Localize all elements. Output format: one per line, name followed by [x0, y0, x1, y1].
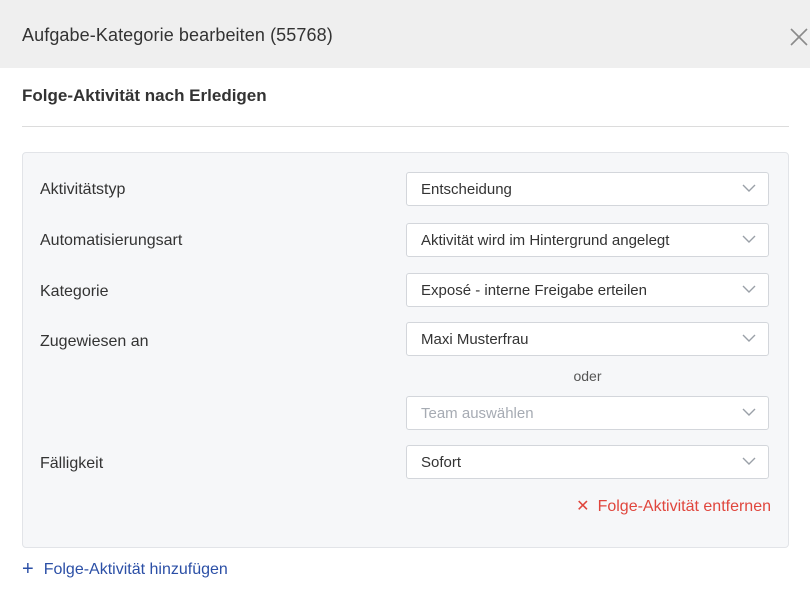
category-select[interactable]: Exposé - interne Freigabe erteilen [406, 273, 769, 307]
category-value: Exposé - interne Freigabe erteilen [421, 282, 647, 299]
team-select[interactable]: Team auswählen [406, 396, 769, 430]
activity-type-label: Aktivitätstyp [40, 181, 126, 198]
remove-follow-up-button[interactable]: ✕ Folge-Aktivität entfernen [576, 496, 771, 516]
category-label: Kategorie [40, 283, 109, 300]
automation-type-select[interactable]: Aktivität wird im Hintergrund angelegt [406, 223, 769, 257]
divider [22, 126, 789, 127]
automation-type-label: Automatisierungsart [40, 232, 183, 249]
section-title: Folge-Aktivität nach Erledigen [22, 86, 267, 105]
assigned-to-value: Maxi Musterfrau [421, 331, 529, 348]
add-follow-up-label: Folge-Aktivität hinzufügen [43, 561, 228, 578]
activity-type-value: Entscheidung [421, 181, 512, 198]
dialog-header: Aufgabe-Kategorie bearbeiten (55768) [0, 0, 810, 68]
chevron-down-icon [742, 457, 756, 465]
add-follow-up-button[interactable]: + Folge-Aktivität hinzufügen [22, 558, 228, 580]
chevron-down-icon [742, 285, 756, 293]
due-value: Sofort [421, 454, 462, 471]
assigned-to-label: Zugewiesen an [40, 333, 149, 350]
dialog-title: Aufgabe-Kategorie bearbeiten (55768) [22, 25, 333, 45]
close-icon[interactable] [788, 26, 810, 48]
chevron-down-icon [742, 235, 756, 243]
remove-follow-up-label: Folge-Aktivität entfernen [597, 498, 771, 515]
assigned-to-select[interactable]: Maxi Musterfrau [406, 322, 769, 356]
chevron-down-icon [742, 408, 756, 416]
activity-type-select[interactable]: Entscheidung [406, 172, 769, 206]
due-select[interactable]: Sofort [406, 445, 769, 479]
chevron-down-icon [742, 334, 756, 342]
automation-type-value: Aktivität wird im Hintergrund angelegt [421, 232, 670, 249]
due-label: Fälligkeit [40, 455, 104, 472]
team-placeholder: Team auswählen [421, 405, 534, 422]
x-icon: ✕ [576, 498, 590, 515]
or-separator: oder [573, 368, 602, 384]
chevron-down-icon [742, 184, 756, 192]
plus-icon: + [22, 558, 34, 580]
